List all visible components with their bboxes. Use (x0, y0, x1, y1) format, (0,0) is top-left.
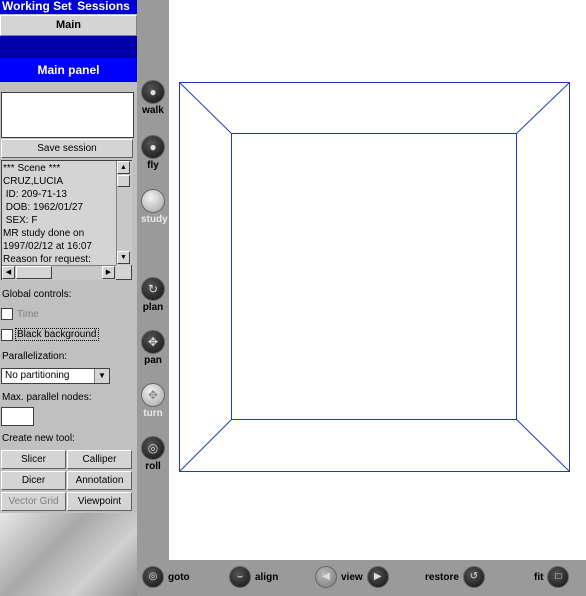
fit-label: fit (534, 571, 544, 583)
scene-line: *** Scene *** (3, 163, 61, 174)
scene-line: SEX: F (3, 215, 38, 226)
scene-info-text: *** Scene *** CRUZ,LUCIA ID: 209-71-13 D… (3, 162, 115, 265)
partitioning-select[interactable]: No partitioning ▼ (1, 368, 110, 384)
calliper-button[interactable]: Calliper (67, 450, 132, 469)
fit-icon: □ (547, 566, 570, 588)
view-forward-icon[interactable]: ▶ (366, 566, 389, 588)
menu-working-set[interactable]: Working Set (0, 0, 72, 13)
study-label: study (141, 214, 168, 225)
vertical-scrollbar[interactable]: ▲ ▼ (116, 161, 132, 265)
goto-button[interactable]: ◎ goto (142, 566, 194, 588)
view-button[interactable]: ◀ view ▶ (315, 566, 389, 588)
scroll-thumb[interactable] (117, 175, 130, 187)
plan-button[interactable]: ↻ plan (141, 277, 165, 313)
scroll-right-icon[interactable]: ▶ (102, 266, 115, 279)
panel-header-bar (0, 36, 137, 58)
vector-grid-button[interactable]: Vector Grid (1, 492, 66, 511)
plan-icon: ↻ (141, 277, 165, 301)
goto-label: goto (168, 571, 190, 583)
scene-info-box: *** Scene *** CRUZ,LUCIA ID: 209-71-13 D… (1, 160, 132, 280)
menu-sessions[interactable]: Sessions (75, 0, 130, 13)
left-panel: Working Set Sessions Main Main panel Sav… (0, 0, 137, 596)
bottom-toolbar: ◎ goto ⌣ align ◀ view ▶ restore ↺ fit □ (137, 560, 586, 596)
top-menu-bar: Working Set Sessions (0, 0, 137, 14)
study-button[interactable]: study (141, 189, 168, 225)
roll-label: roll (145, 461, 161, 472)
goto-icon: ◎ (142, 566, 164, 588)
box-outer-frame (179, 82, 570, 472)
wireframe-box (179, 82, 570, 472)
turn-icon: ✥ (141, 383, 165, 407)
scroll-up-icon[interactable]: ▲ (117, 161, 130, 174)
scene-line: MR study done on (3, 228, 85, 239)
black-background-label: Black background (15, 328, 99, 341)
roll-button[interactable]: ◎ roll (141, 436, 165, 472)
scroll-down-icon[interactable]: ▼ (117, 251, 130, 264)
partitioning-value: No partitioning (5, 370, 70, 381)
restore-button[interactable]: restore ↺ (421, 566, 485, 588)
align-label: align (255, 571, 279, 583)
box-edge (179, 419, 232, 472)
time-checkbox[interactable] (1, 308, 13, 320)
scene-line: ID: 209-71-13 (3, 189, 67, 200)
main-panel-title: Main panel (0, 58, 137, 82)
scene-line: CRUZ,LUCIA (3, 176, 64, 187)
roll-icon: ◎ (141, 436, 165, 460)
align-icon: ⌣ (229, 566, 251, 588)
session-notes-textarea[interactable] (1, 92, 134, 138)
plan-label: plan (142, 302, 164, 313)
annotation-button[interactable]: Annotation (67, 471, 132, 490)
walk-label: walk (142, 105, 164, 116)
walk-icon: ● (141, 80, 165, 104)
3d-viewport[interactable] (169, 0, 586, 560)
parallelization-label: Parallelization: (2, 351, 68, 362)
slicer-button[interactable]: Slicer (1, 450, 66, 469)
pan-label: pan (144, 355, 162, 366)
dicer-button[interactable]: Dicer (1, 471, 66, 490)
navigation-strip: ● walk ● fly study ↻ plan ✥ pan ✥ turn ◎… (137, 0, 169, 596)
box-edge (516, 419, 570, 472)
scene-line: 1997/02/12 at 16:07 (3, 241, 92, 252)
viewpoint-button[interactable]: Viewpoint (67, 492, 132, 511)
pan-button[interactable]: ✥ pan (141, 330, 165, 366)
time-label: Time (17, 309, 39, 320)
view-label: view (341, 571, 363, 583)
scroll-left-icon[interactable]: ◀ (2, 266, 15, 279)
horizontal-scrollbar[interactable]: ◀ ▶ (2, 265, 116, 280)
max-parallel-nodes-label: Max. parallel nodes: (2, 392, 92, 403)
max-parallel-nodes-input[interactable] (1, 407, 34, 426)
save-session-button[interactable]: Save session (1, 139, 133, 158)
fly-icon: ● (141, 135, 165, 159)
turn-label: turn (143, 408, 163, 419)
create-new-tool-label: Create new tool: (2, 433, 75, 444)
turn-button[interactable]: ✥ turn (141, 383, 165, 419)
scene-line: DOB: 1962/01/27 (3, 202, 84, 213)
hscroll-thumb[interactable] (16, 266, 52, 279)
walk-button[interactable]: ● walk (141, 80, 165, 116)
view-back-icon[interactable]: ◀ (315, 566, 337, 588)
box-edge (516, 82, 570, 134)
restore-icon: ↺ (462, 566, 485, 588)
pan-icon: ✥ (141, 330, 165, 354)
box-inner-frame (231, 133, 517, 420)
black-background-checkbox[interactable] (1, 329, 13, 341)
fly-button[interactable]: ● fly (141, 135, 165, 171)
align-button[interactable]: ⌣ align (229, 566, 282, 588)
restore-label: restore (425, 571, 459, 583)
study-icon (141, 189, 165, 213)
global-controls-label: Global controls: (2, 289, 72, 300)
fly-label: fly (147, 160, 159, 171)
decorative-sketch-image (0, 513, 137, 596)
scene-line: Reason for request: (3, 254, 91, 265)
chevron-down-icon[interactable]: ▼ (94, 369, 109, 383)
tab-main[interactable]: Main (0, 15, 137, 36)
fit-button[interactable]: fit □ (530, 566, 570, 588)
box-edge (179, 82, 232, 134)
